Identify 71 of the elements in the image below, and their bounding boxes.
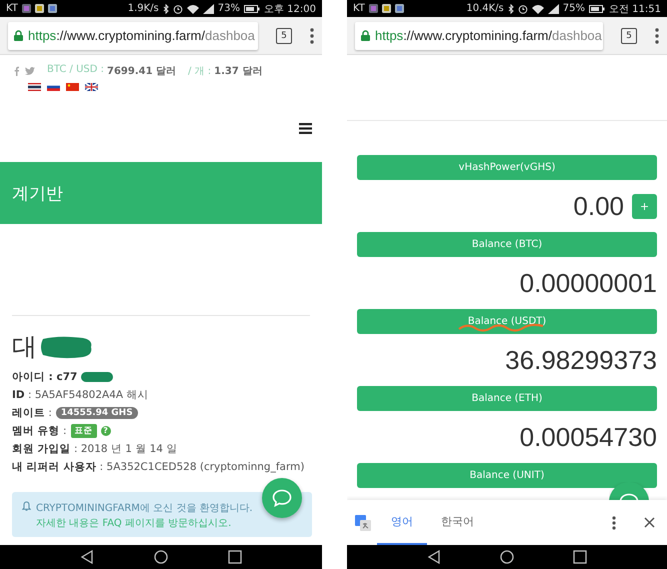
wifi-icon [532, 4, 544, 14]
balance-label: Balance (BTC) [357, 232, 657, 257]
signal-icon [202, 4, 214, 14]
balance-label: Balance (USDT) [357, 309, 657, 334]
redaction-mark [39, 334, 93, 358]
alarm-icon [518, 4, 528, 14]
tab-count-button[interactable]: 5 [276, 28, 292, 44]
alarm-icon [172, 4, 183, 14]
more-icon[interactable] [310, 28, 314, 44]
home-icon[interactable] [154, 550, 168, 564]
info-label: 멤버 유형 : [12, 424, 67, 438]
wifi-icon [186, 4, 199, 14]
bluetooth-icon [508, 4, 514, 14]
clock-time: 오후 12:00 [264, 2, 316, 16]
network-speed: 1.9K/s [128, 3, 159, 14]
info-line: 아이디 : c77 [12, 370, 78, 384]
chinese-flag-icon[interactable] [66, 83, 79, 91]
bluetooth-icon [162, 4, 169, 14]
page-title: 계기반 [12, 182, 63, 204]
address-field[interactable]: https://www.cryptomining.farm/dashboa [355, 22, 603, 50]
bell-icon [22, 501, 31, 511]
battery-level: 73% [218, 3, 240, 14]
network-speed: 10.4K/s [466, 3, 504, 14]
language-tab[interactable]: 영어 [377, 500, 427, 545]
more-icon[interactable] [655, 28, 659, 44]
balance-label: vHashPower(vGHS) [357, 155, 657, 180]
thai-flag-icon[interactable] [28, 83, 41, 91]
battery-icon [244, 4, 260, 12]
info-line: 회원 가입일 : 2018 년 1 월 14 일 [12, 442, 178, 456]
balance-value: 0.00054730 [520, 422, 657, 452]
info-label: 레이트 : [12, 406, 52, 420]
info-line: ID : 5A5AF54802A4A 해시 [12, 388, 148, 402]
lock-icon [361, 30, 370, 41]
british-flag-icon[interactable] [85, 83, 98, 91]
carrier-name: KT [353, 3, 365, 14]
lock-icon [14, 30, 23, 41]
member-type-badge: 표준 [70, 424, 97, 438]
address-field[interactable]: https://www.cryptomining.farm/dashboa [8, 22, 258, 50]
rate-value: 7699.41 달러 [107, 65, 176, 78]
battery-level: 75% [562, 3, 585, 14]
back-icon[interactable] [426, 550, 441, 564]
chat-button[interactable] [262, 478, 302, 518]
balance-value: 0.00 [573, 190, 624, 222]
alert-text: CRYPTOMININGFARM에 오신 것을 환영합니다. [36, 503, 253, 514]
signal-icon [548, 4, 559, 14]
language-tab[interactable]: 한국어 [427, 500, 488, 545]
russian-flag-icon[interactable] [47, 83, 60, 91]
clock-time: 오전 11:51 [609, 2, 661, 16]
battery-icon [589, 4, 605, 12]
balance-label: Balance (ETH) [357, 386, 657, 411]
user-name: 대 [12, 331, 37, 363]
balance-value: 36.98299373 [505, 344, 657, 376]
rate-label: BTC / USD : [47, 64, 104, 77]
translate-icon[interactable] [355, 514, 371, 530]
rate-badge: 14555.94 GHS [56, 406, 138, 418]
redaction-mark [81, 372, 114, 382]
back-icon[interactable] [80, 550, 94, 564]
tab-count-button[interactable]: 5 [621, 28, 637, 44]
recent-apps-icon[interactable] [573, 550, 588, 564]
carrier-name: KT [6, 3, 18, 14]
rate-value: 1.37 달러 [214, 65, 262, 78]
menu-icon[interactable] [299, 123, 312, 134]
more-icon[interactable] [612, 516, 616, 530]
chat-bubble-icon [272, 489, 292, 507]
close-icon[interactable] [644, 517, 655, 528]
recent-apps-icon[interactable] [228, 550, 242, 564]
info-line: 내 리퍼러 사용자 : 5A352C1CED528 (cryptominng_farm) [12, 460, 304, 474]
home-icon[interactable] [500, 550, 514, 564]
balance-value: 0.00000001 [520, 268, 657, 298]
balance-label: Balance (UNIT) [357, 463, 657, 488]
rate-label: / 개 : [188, 65, 212, 78]
